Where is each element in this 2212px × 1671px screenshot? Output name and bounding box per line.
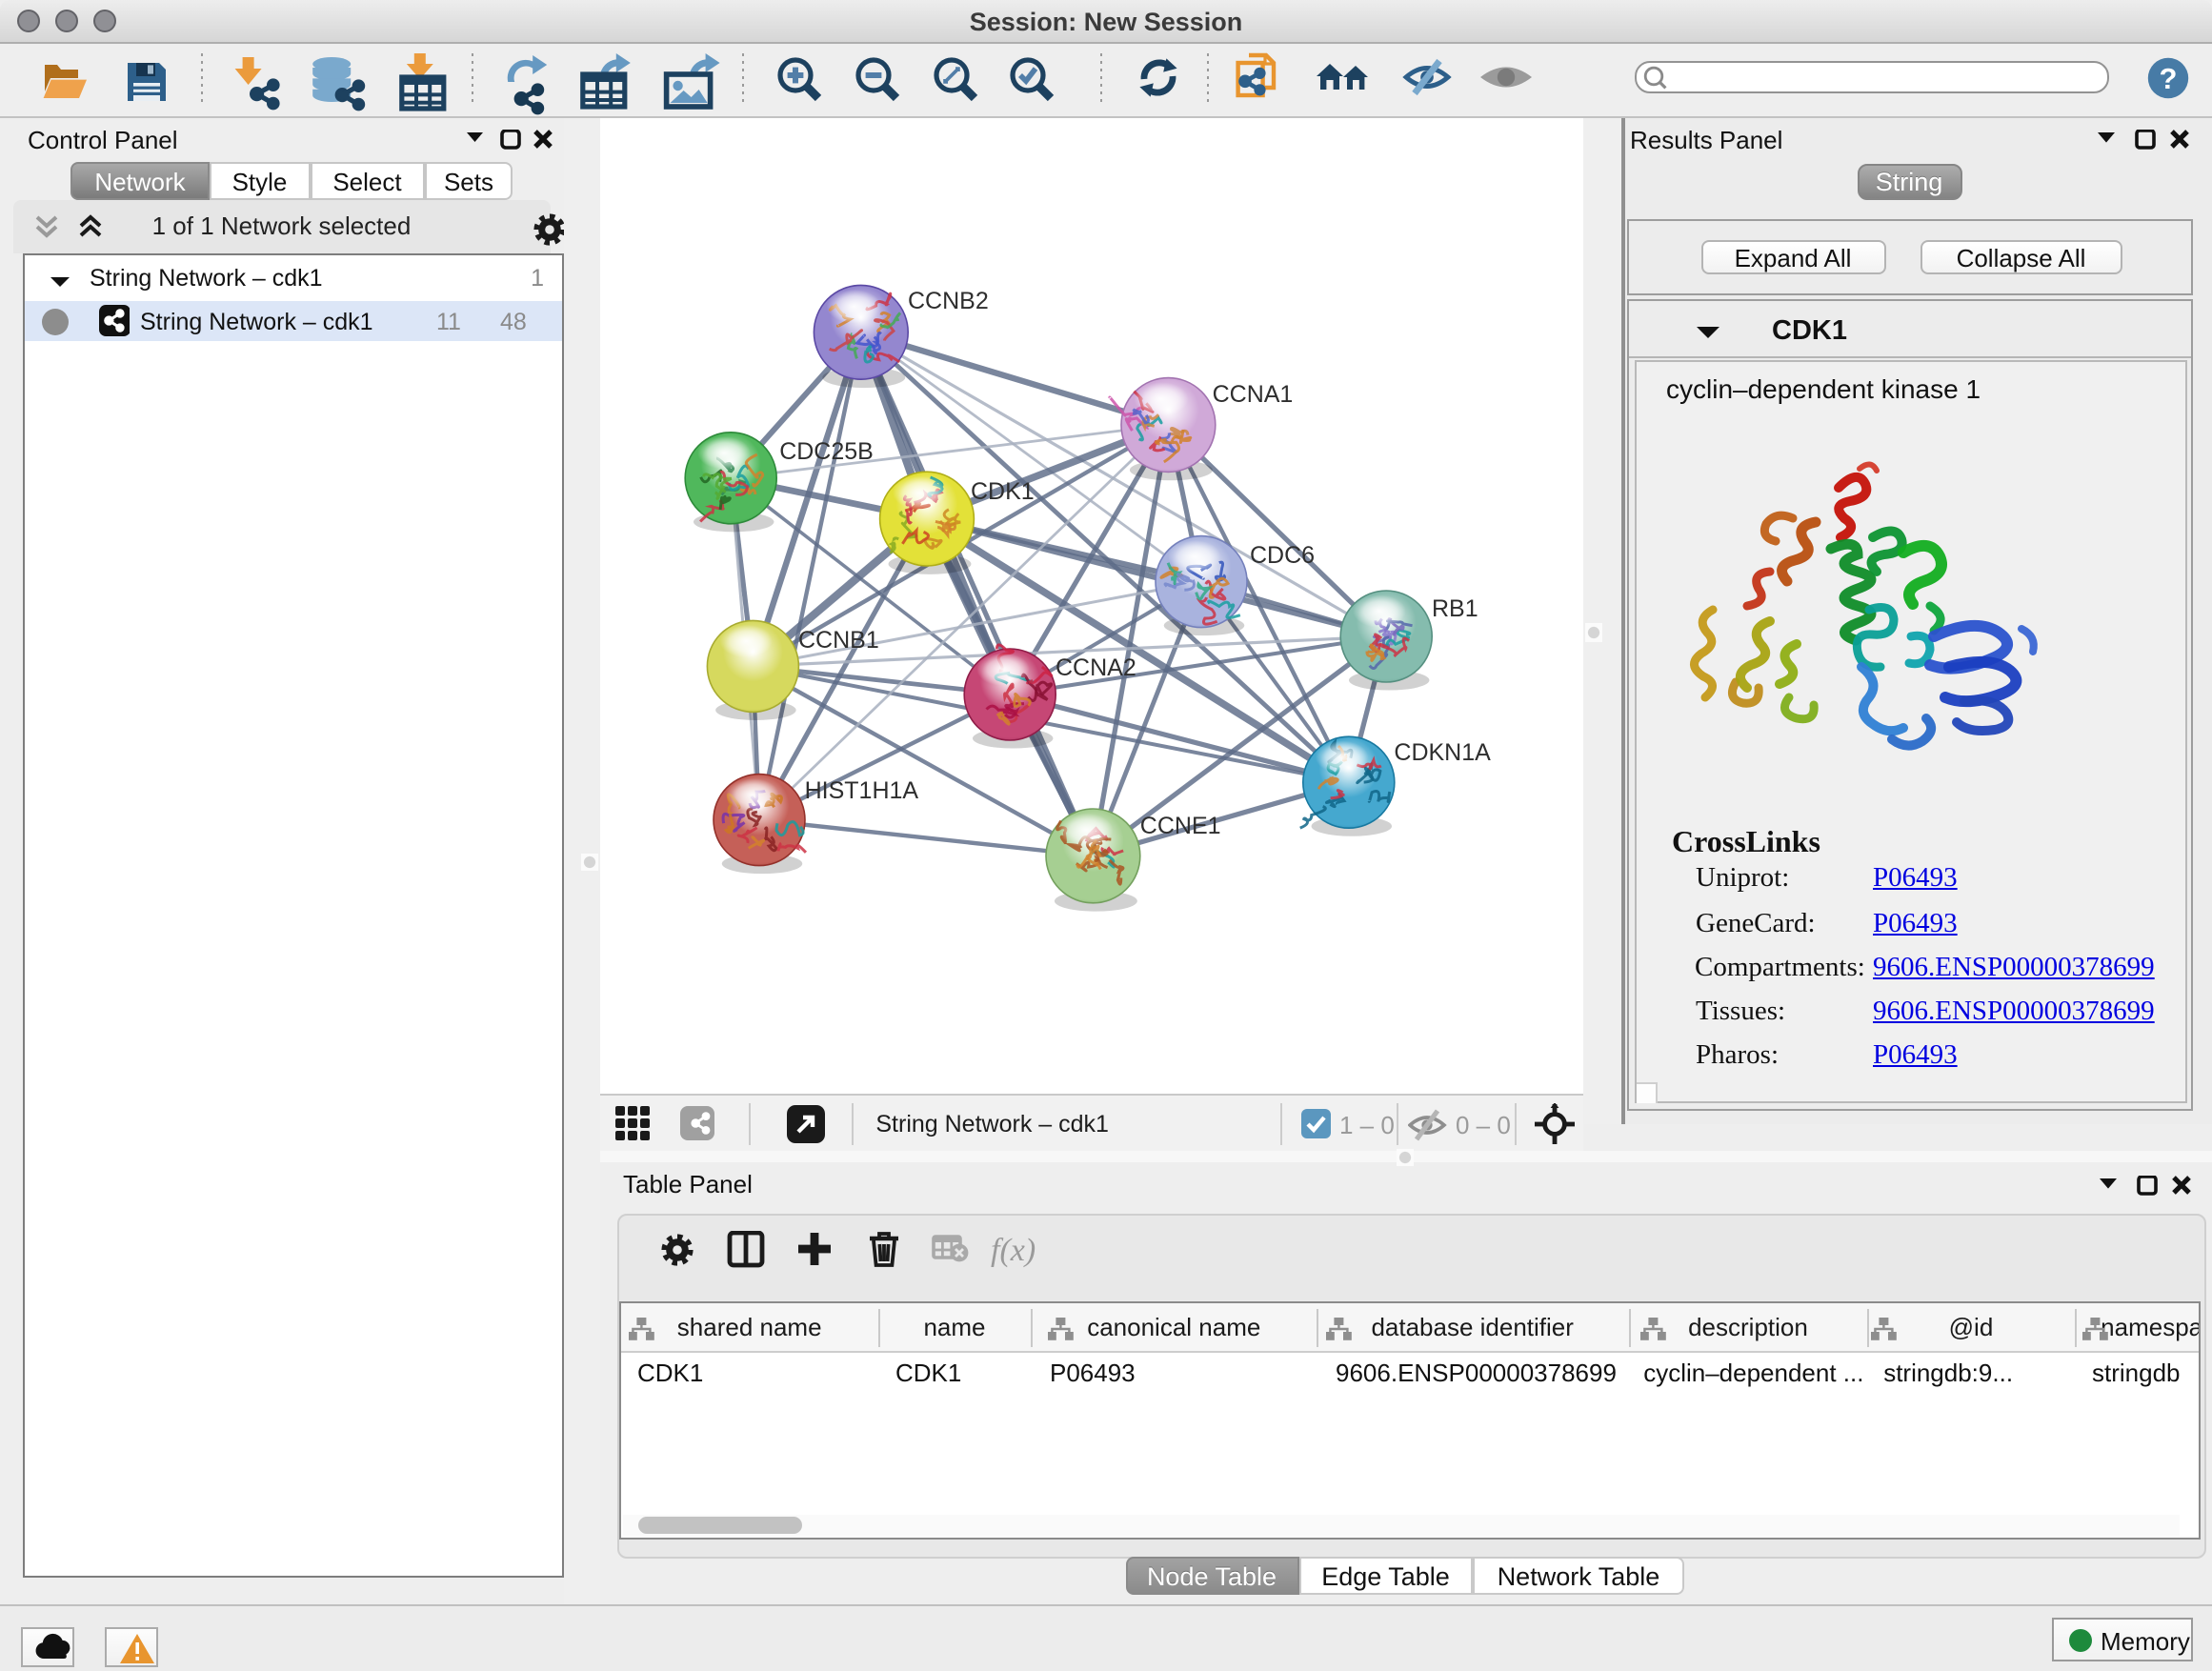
svg-text:f(x): f(x) [990,1232,1035,1267]
svg-text:RB1: RB1 [1431,595,1478,622]
svg-text:CDK1: CDK1 [970,478,1034,505]
svg-text:CCNE1: CCNE1 [1139,813,1220,839]
svg-text:?: ? [2160,62,2178,95]
svg-text:CCNB2: CCNB2 [907,288,988,314]
svg-text:CDC25B: CDC25B [778,438,873,465]
svg-text:CCNA1: CCNA1 [1212,381,1293,408]
svg-text:CDKN1A: CDKN1A [1393,739,1490,766]
svg-text:HIST1H1A: HIST1H1A [804,777,918,804]
svg-text:CCNB1: CCNB1 [797,627,878,654]
svg-text:CCNA2: CCNA2 [1055,654,1136,681]
svg-text:CDC6: CDC6 [1249,542,1314,569]
